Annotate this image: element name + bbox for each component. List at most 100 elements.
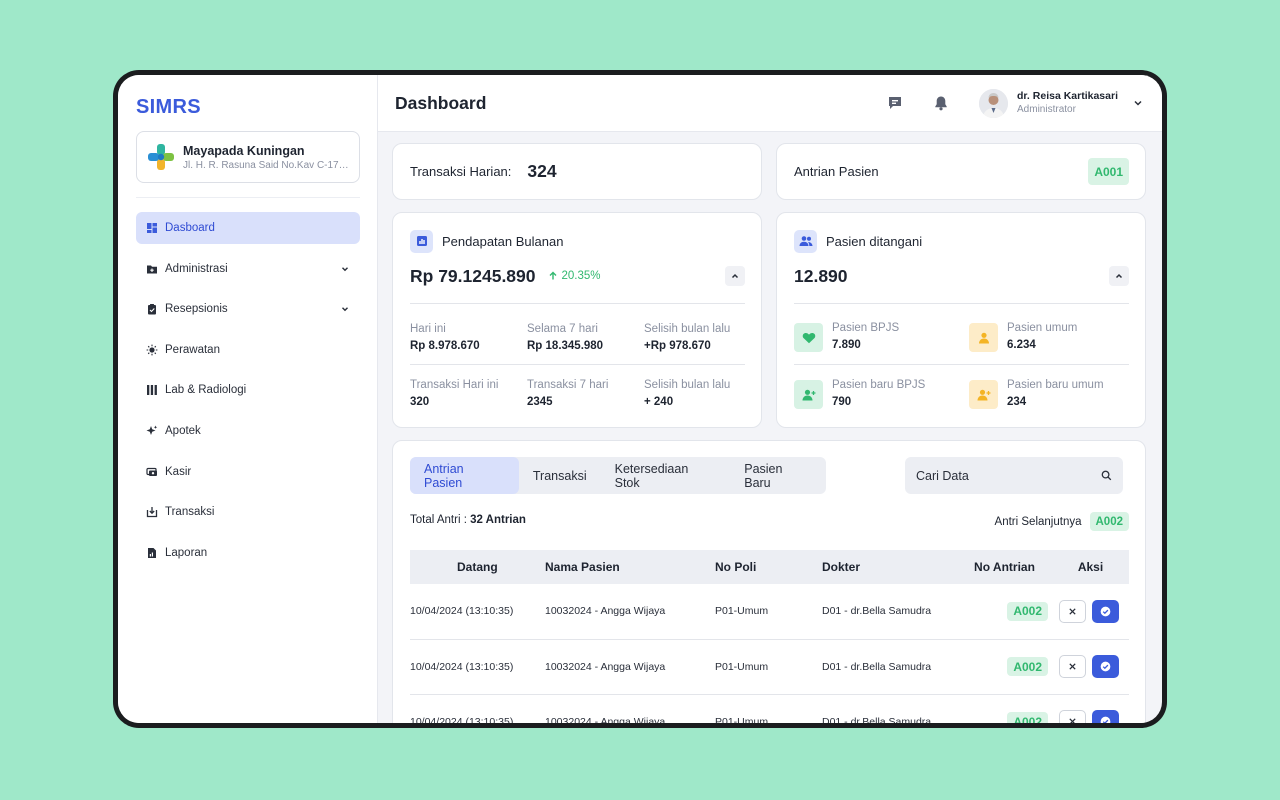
user-icon [969,323,998,352]
table-cell: 10/04/2024 (13:10:35) [410,605,514,618]
chevron-down-icon [342,266,348,271]
queue-number-badge: A002 [1007,657,1048,676]
revenue-change-value: 20.35% [561,270,601,282]
sidebar-item-resepsionis[interactable]: Resepsionis [136,293,360,325]
page-title: Dashboard [395,92,487,113]
table-cell-actions [1052,584,1129,639]
check-circle-icon [1100,606,1111,617]
bars-icon [147,385,157,396]
metric-value: 234 [1007,396,1027,408]
sidebar-item-label: Lab & Radiologi [165,384,247,397]
chevron-up-icon [1115,273,1123,279]
sidebar-item-transaksi[interactable]: Transaksi [136,496,360,528]
monthly-revenue-value: Rp 79.1245.890 [410,265,536,286]
column-header: Aksi [1077,560,1104,574]
approve-button[interactable] [1092,599,1119,623]
close-icon [1069,608,1076,615]
sun-icon [146,344,158,356]
user-profile-menu[interactable]: dr. Reisa Kartikasari Administrator [979,88,1144,118]
metric-label: Selisih bulan lalu [644,379,731,391]
sidebar-item-dasboard[interactable]: Dasboard [136,212,360,244]
queue-number-badge: A002 [1007,712,1048,723]
table-header: Datang Nama Pasien No Poli Dokter No Antrian… [410,550,1129,584]
tab-antrian-pasien[interactable]: Antrian Pasien [410,457,519,494]
heart-icon [794,323,823,352]
sidebar: SIMRS Mayapada Kuningan Jl. H. R. Rasuna… [118,75,378,723]
queue-number-badge: A002 [1007,601,1048,621]
table-cell: A002 [957,694,1052,723]
approve-button[interactable] [1092,655,1119,678]
revenue-row-1: Hari ini Rp 8.978.670 Selama 7 hari Rp 18.… [410,304,745,364]
table-cell: P01-Umum [715,660,769,673]
metric-label: Pasien baru umum [1007,379,1104,391]
queue-total-value: 32 Antrian [470,514,526,526]
sidebar-item-administrasi[interactable]: Administrasi [136,253,360,285]
sidebar-item-apotek[interactable]: Apotek [136,415,360,447]
column-header: Datang [457,560,498,574]
sidebar-item-laporan[interactable]: Laporan [136,537,360,569]
table-cell-actions [1052,639,1129,694]
table-cell: 10/04/2024 (13:10:35) [410,715,514,724]
search-box[interactable] [905,457,1123,494]
user-plus-icon [794,380,823,409]
reject-button[interactable] [1059,655,1086,678]
tab-pasien-baru[interactable]: Pasien Baru [730,457,826,494]
next-queue: Antri Selanjutnya A002 [995,512,1129,531]
patients-handled-title: Pasien ditangani [826,233,923,249]
metric-value: Rp 8.978.670 [410,340,480,352]
approve-button[interactable] [1092,710,1119,723]
column-header: Dokter [822,560,861,574]
patient-queue-card: Antrian Pasien A001 [776,143,1146,200]
table-cell: 10032024 - Angga Wijaya [545,605,666,618]
queue-total-label: Total Antri : [410,514,467,526]
sidebar-item-label: Administrasi [165,262,228,275]
search-input[interactable] [916,468,1101,483]
monthly-revenue-title: Pendapatan Bulanan [442,233,564,249]
reject-button[interactable] [1059,599,1086,623]
sidebar-item-label: Laporan [165,546,208,559]
table-cell: P01-Umum [715,605,769,618]
sidebar-item-kasir[interactable]: Kasir [136,456,360,488]
tab-ketersediaan-stok[interactable]: Ketersediaan Stok [601,457,731,494]
daily-transaction-label: Transaksi Harian: [410,164,512,179]
chevron-up-icon [731,273,739,279]
bell-icon[interactable] [933,95,949,111]
chevron-down-icon [1134,100,1142,106]
users-icon [794,229,817,253]
app-screen: SIMRS Mayapada Kuningan Jl. H. R. Rasuna… [118,75,1162,723]
user-plus-icon [969,380,998,409]
patients-row-1: Pasien BPJS 7.890 Pasien umum 6.234 [794,304,1129,364]
sidebar-item-label: Resepsionis [165,303,228,316]
hospital-selector[interactable]: Mayapada Kuningan Jl. H. R. Rasuna Said … [136,131,360,183]
collapse-button[interactable] [1109,266,1129,286]
reject-button[interactable] [1059,710,1086,723]
download-box-icon [146,507,158,518]
check-circle-icon [1100,661,1111,672]
patients-handled-value: 12.890 [794,265,848,286]
chevron-down-icon [342,307,348,312]
monthly-revenue-card: Pendapatan Bulanan Rp 79.1245.890 20.35%… [392,212,762,428]
current-queue-badge: A001 [1088,158,1129,185]
queue-total: Total Antri : 32 Antrian [410,514,526,526]
sidebar-item-lab-radiologi[interactable]: Lab & Radiologi [136,374,360,406]
table-cell: 10032024 - Angga Wijaya [545,660,666,673]
table-body: 10/04/2024 (13:10:35) 10032024 - Angga Wi… [410,584,1129,723]
main-area: Dashboard dr. Reisa Kartikasari Administ… [378,75,1162,723]
check-circle-icon [1100,716,1111,723]
hospital-address: Jl. H. R. Rasuna Said No.Kav C-17, R... [183,159,351,171]
tab-transaksi[interactable]: Transaksi [519,457,601,494]
table-row: 10/04/2024 (13:10:35) 10032024 - Angga Wi… [410,694,1129,723]
table-cell: P01-Umum [715,715,769,724]
table-row: 10/04/2024 (13:10:35) 10032024 - Angga Wi… [410,639,1129,694]
queue-tabs: Antrian Pasien Transaksi Ketersediaan Stok… [410,457,826,494]
sidebar-item-perawatan[interactable]: Perawatan [136,334,360,366]
sidebar-item-label: Dasboard [165,222,215,234]
collapse-button[interactable] [725,266,745,286]
patients-row-2: Pasien baru BPJS 790 Pasien baru umum 234 [794,365,1129,421]
sidebar-item-label: Perawatan [165,343,220,356]
hospital-logo-icon [148,144,174,170]
chat-icon[interactable] [887,95,903,111]
search-icon[interactable] [1101,470,1112,481]
topbar: Dashboard dr. Reisa Kartikasari Administ… [378,75,1162,132]
device-frame: SIMRS Mayapada Kuningan Jl. H. R. Rasuna… [113,70,1167,728]
